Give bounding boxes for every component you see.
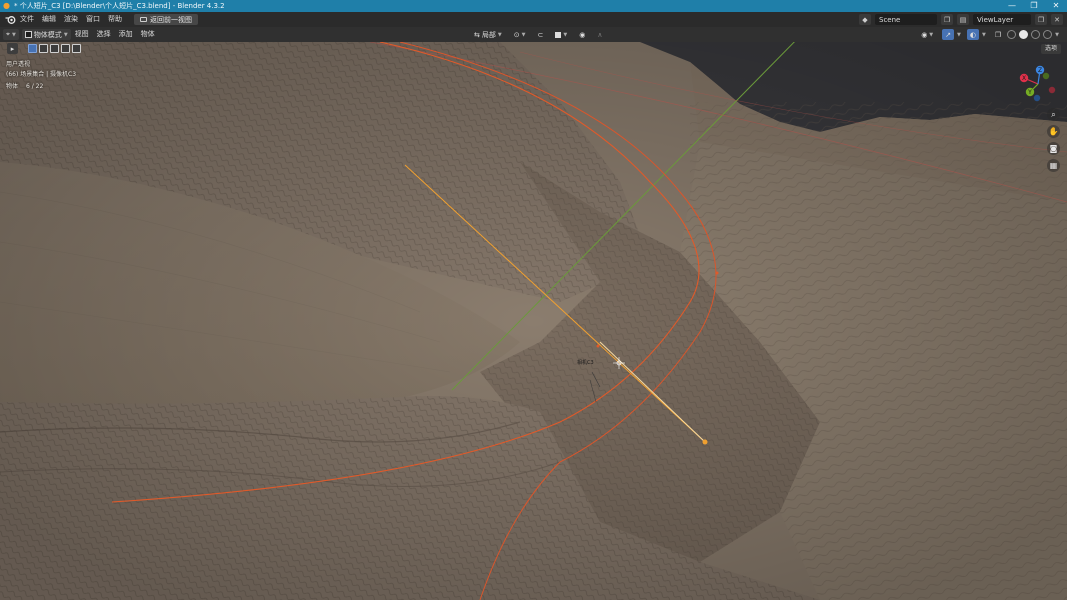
pivot-icon: ⊙ [513, 30, 520, 39]
orientation-icon: ⇆ [474, 30, 480, 39]
overlay-dropdown-icon[interactable]: ▼ [982, 32, 986, 38]
menu-edit[interactable]: 编辑 [38, 12, 60, 27]
gizmo-toggle[interactable]: ↗ [942, 29, 955, 40]
scene-field[interactable]: Scene [875, 14, 937, 25]
terrain-mesh [0, 42, 1067, 600]
overlay-toggle[interactable]: ◐ [966, 29, 979, 40]
blender-logo-icon[interactable] [4, 14, 16, 26]
new-scene-icon[interactable]: ❐ [941, 14, 953, 25]
window-title: * 个人短片_C3 [D:\Blender\个人短片_C3.blend] - B… [14, 2, 225, 10]
object-mode-icon [24, 31, 32, 38]
minimize-button[interactable]: — [1001, 0, 1023, 12]
blender-top-bar: 文件 编辑 渲染 窗口 帮助 返回前一视图 ◆ Scene ❐ ▤ ViewLa… [0, 12, 1067, 27]
camera-view-icon[interactable]: ◙ [1047, 142, 1060, 155]
menu-help[interactable]: 帮助 [104, 12, 126, 27]
snap-target-select[interactable]: ▼ [552, 29, 570, 40]
maximize-button[interactable]: ❐ [1023, 0, 1045, 12]
material-shading-icon[interactable] [1031, 30, 1041, 39]
menu-window[interactable]: 窗口 [82, 12, 104, 27]
back-to-previous-button[interactable]: 返回前一视图 [134, 14, 198, 25]
path-point[interactable] [715, 271, 719, 275]
overlay-icon: ◐ [969, 30, 976, 39]
new-viewlayer-icon[interactable]: ❐ [1035, 14, 1047, 25]
magnet-icon: ⊂ [537, 30, 544, 39]
select-intersect-icon[interactable] [72, 44, 81, 53]
viewport-tool-strip: ▸ [7, 43, 81, 54]
gizmo-dropdown-icon[interactable]: ▼ [957, 32, 961, 38]
remove-viewlayer-icon[interactable]: ✕ [1051, 14, 1063, 25]
gizmo-x-label: X [1022, 75, 1026, 82]
transform-orientation-select[interactable]: ⇆ 局部 ▼ [471, 29, 505, 40]
select-subtract-icon[interactable] [50, 44, 59, 53]
view-name: 用户透视 [6, 61, 31, 68]
blender-app-icon: ● [3, 1, 10, 10]
select-cursor-icon[interactable]: ▸ [7, 43, 18, 54]
back-to-previous-label: 返回前一视图 [150, 15, 192, 24]
gizmo-neg-x-icon[interactable] [1048, 86, 1056, 94]
mode-label: 物体模式 [33, 30, 62, 39]
editor-type-button[interactable]: ⌖ ▼ [3, 29, 19, 40]
window-title-bar: ● * 个人短片_C3 [D:\Blender\个人短片_C3.blend] -… [0, 0, 1067, 12]
menu-add[interactable]: 添加 [115, 27, 137, 42]
solid-shading-icon[interactable] [1019, 30, 1029, 39]
viewport-header: ⌖ ▼ 物体模式 ▼ 视图 选择 添加 物体 ⇆ 局部 ▼ ⊙ ▼ ⊂ ▼ ◉ ∧ [0, 27, 1067, 42]
close-button[interactable]: ✕ [1045, 0, 1067, 12]
grid-ortho-icon[interactable]: ▦ [1047, 159, 1060, 172]
select-extend-icon[interactable] [39, 44, 48, 53]
gizmo-icon: ↗ [945, 30, 952, 39]
visibility-select[interactable]: ◉ ▼ [918, 29, 936, 40]
path-point[interactable] [596, 344, 600, 348]
snap-increment-icon [555, 31, 562, 38]
falloff-select[interactable]: ∧ [594, 29, 605, 40]
screen-icon [140, 17, 147, 22]
proportional-edit-toggle[interactable]: ◉ [576, 29, 588, 40]
gizmo-neg-z-icon[interactable] [1033, 94, 1041, 102]
collection-info: (66) 场景集合 | 摄像机C3 [6, 71, 77, 78]
shading-dropdown-icon[interactable]: ▼ [1055, 32, 1059, 38]
menu-view[interactable]: 视图 [71, 27, 93, 42]
gizmo-neg-y-icon[interactable] [1042, 72, 1050, 80]
viewlayer-field[interactable]: ViewLayer [973, 14, 1031, 25]
select-invert-icon[interactable] [61, 44, 70, 53]
editor-type-icon: ⌖ [6, 30, 10, 38]
proportional-edit-icon: ◉ [579, 30, 586, 39]
falloff-curve-icon: ∧ [597, 30, 603, 39]
rendered-shading-icon[interactable] [1043, 30, 1053, 39]
mode-select[interactable]: 物体模式 ▼ [21, 29, 71, 40]
orientation-label: 局部 [481, 30, 496, 39]
navigation-controls: ⌕ ✋ ◙ ▦ [1047, 108, 1060, 172]
wireframe-shading-icon[interactable] [1007, 30, 1017, 39]
menu-object[interactable]: 物体 [137, 27, 159, 42]
snap-toggle[interactable]: ⊂ [534, 29, 546, 40]
xray-icon: ❐ [994, 30, 1002, 39]
hand-pan-icon[interactable]: ✋ [1047, 125, 1060, 138]
gizmo-z-label: Z [1038, 67, 1042, 74]
zoom-icon[interactable]: ⌕ [1047, 108, 1060, 121]
stats-label: 物体 [6, 83, 19, 90]
camera-object-label[interactable]: 相机C3 [577, 359, 594, 366]
stats-value: 6 / 22 [26, 83, 44, 90]
eye-icon: ◉ [921, 30, 928, 39]
options-button[interactable]: 选项 [1040, 44, 1061, 54]
scene-name: Scene [879, 15, 901, 24]
viewlayer-name: ViewLayer [977, 15, 1014, 24]
menu-render[interactable]: 渲染 [60, 12, 82, 27]
scene-browse-icon[interactable]: ◆ [859, 14, 871, 25]
navigation-gizmo[interactable]: X Y Z [1016, 62, 1060, 106]
gizmo-y-label: Y [1027, 89, 1032, 96]
xray-toggle[interactable]: ❐ [992, 29, 1004, 40]
menu-select[interactable]: 选择 [93, 27, 115, 42]
pivot-point-select[interactable]: ⊙ ▼ [511, 29, 529, 40]
viewport-info-overlay: 用户透视 (66) 场景集合 | 摄像机C3 物体 6 / 22 [6, 60, 76, 92]
3d-viewport[interactable]: 相机C3 [0, 42, 1067, 600]
select-new-icon[interactable] [28, 44, 37, 53]
viewlayer-browse-icon[interactable]: ▤ [957, 14, 969, 25]
menu-file[interactable]: 文件 [16, 12, 38, 27]
camera-target-empty[interactable] [702, 439, 708, 445]
